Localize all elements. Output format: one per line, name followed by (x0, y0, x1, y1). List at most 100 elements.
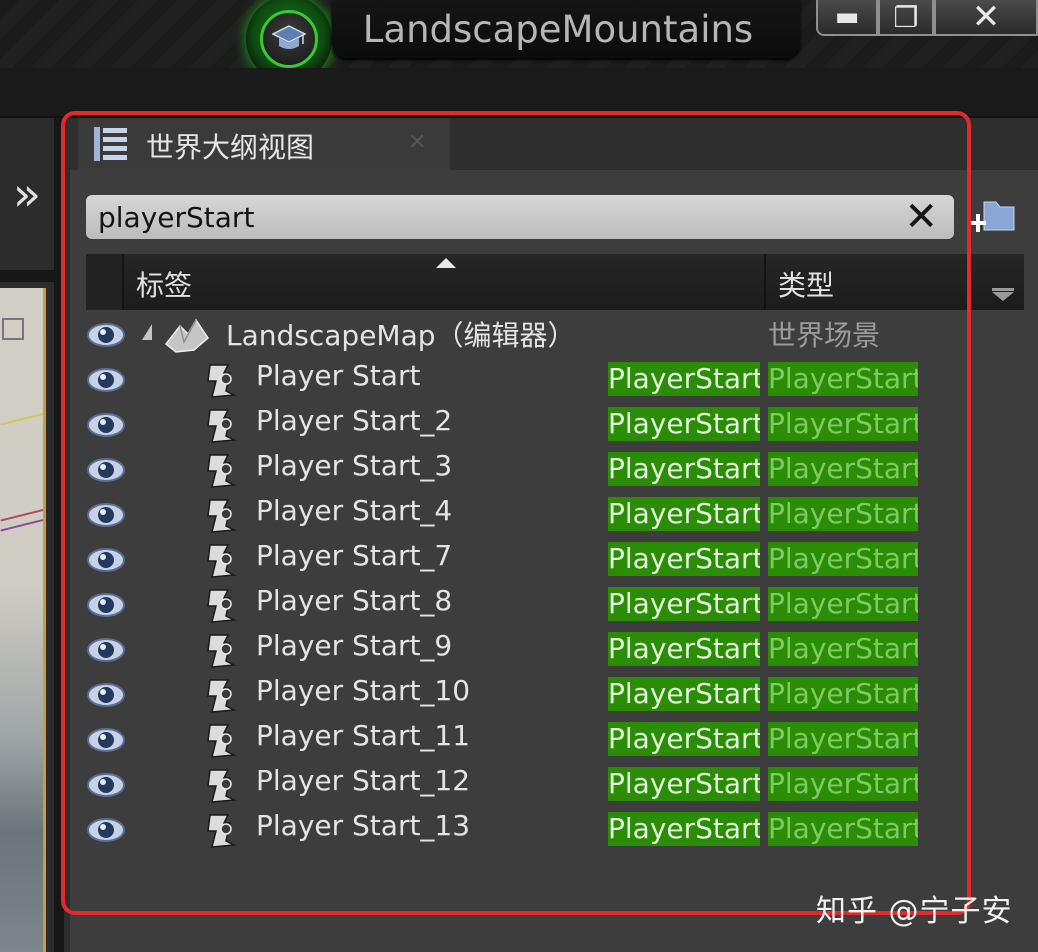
actor-name: Player Start_10 (256, 674, 471, 707)
column-splitter[interactable] (764, 254, 766, 310)
maximize-icon: ❐ (893, 0, 919, 34)
actor-type: PlayerStart (768, 677, 918, 711)
player-start-icon (207, 544, 237, 578)
actor-tag: PlayerStart (608, 497, 760, 531)
tree-row-player-start[interactable]: Player Start_3 PlayerStart PlayerStart (86, 447, 986, 492)
tree-row-player-start[interactable]: Player Start_8 PlayerStart PlayerStart (86, 582, 986, 627)
toolbar-strip (0, 68, 1038, 118)
label-column-header[interactable]: 标签 (136, 264, 192, 304)
tab-world-outliner[interactable]: 世界大纲视图 ✕ (78, 118, 450, 170)
expand-chevron-icon[interactable]: » (0, 158, 54, 230)
visibility-column-header[interactable] (86, 254, 124, 310)
add-folder-button[interactable] (970, 194, 1018, 238)
visibility-eye-icon[interactable] (86, 498, 126, 532)
search-box[interactable]: ✕ (86, 195, 954, 239)
actor-name: Player Start_11 (256, 719, 471, 752)
column-options-icon (992, 288, 1014, 291)
clear-search-icon[interactable]: ✕ (904, 195, 938, 239)
actor-tag: PlayerStart (608, 812, 760, 846)
actor-name: Player Start_12 (256, 764, 471, 797)
visibility-eye-icon[interactable] (86, 543, 126, 577)
player-start-icon (207, 454, 237, 488)
tree-row-player-start[interactable]: Player Start_13 PlayerStart PlayerStart (86, 807, 986, 852)
graduation-cap-icon (260, 10, 318, 68)
landscape-map-icon (164, 318, 209, 353)
left-divider (0, 270, 54, 282)
tree-row-player-start[interactable]: Player Start_2 PlayerStart PlayerStart (86, 402, 986, 447)
visibility-eye-icon[interactable] (86, 363, 126, 397)
visibility-eye-icon[interactable] (86, 408, 126, 442)
column-options-dropdown[interactable] (992, 292, 1014, 301)
player-start-icon (207, 769, 237, 803)
actor-type: PlayerStart (768, 362, 918, 396)
viewport-guide-line (0, 412, 43, 426)
player-start-icon (207, 679, 237, 713)
actor-type: PlayerStart (768, 452, 918, 486)
window-title-area: LandscapeMountains (332, 0, 800, 58)
actor-name: Player Start_4 (256, 494, 453, 527)
map-type: 世界场景 (768, 319, 881, 352)
player-start-icon (207, 409, 237, 443)
actor-type: PlayerStart (768, 407, 918, 441)
tree-row-player-start[interactable]: Player Start_12 PlayerStart PlayerStart (86, 762, 986, 807)
actor-name: Player Start (256, 359, 421, 392)
player-start-icon (207, 589, 237, 623)
visibility-eye-icon[interactable] (86, 723, 126, 757)
column-header: 标签 类型 (86, 254, 1024, 310)
tab-title: 世界大纲视图 (146, 131, 315, 164)
map-name: LandscapeMap（编辑器） (226, 319, 576, 352)
player-start-icon (207, 724, 237, 758)
tree-row-map[interactable]: LandscapeMap（编辑器） 世界场景 (86, 312, 986, 357)
actor-type: PlayerStart (768, 767, 918, 801)
tree-row-player-start[interactable]: Player Start_4 PlayerStart PlayerStart (86, 492, 986, 537)
actor-name: Player Start_3 (256, 449, 453, 482)
actor-tag: PlayerStart (608, 677, 760, 711)
actor-type: PlayerStart (768, 812, 918, 846)
actor-tag: PlayerStart (608, 407, 760, 441)
visibility-eye-icon[interactable] (86, 768, 126, 802)
actor-type: PlayerStart (768, 632, 918, 666)
tree-row-player-start[interactable]: Player Start_11 PlayerStart PlayerStart (86, 717, 986, 762)
close-button[interactable]: ✕ (934, 0, 1038, 37)
tab-close-icon[interactable]: ✕ (408, 130, 426, 155)
visibility-eye-icon[interactable] (86, 318, 126, 352)
player-start-icon (207, 499, 237, 533)
actor-name: Player Start_9 (256, 629, 453, 662)
actor-type: PlayerStart (768, 542, 918, 576)
viewport-restore-icon[interactable] (2, 318, 24, 340)
level-viewport[interactable] (0, 288, 46, 952)
tree-row-player-start[interactable]: Player Start_7 PlayerStart PlayerStart (86, 537, 986, 582)
actor-tag: PlayerStart (608, 587, 760, 621)
player-start-icon (207, 814, 237, 848)
panel-splitter[interactable] (54, 118, 64, 952)
actor-tag: PlayerStart (608, 722, 760, 756)
visibility-eye-icon[interactable] (86, 453, 126, 487)
actor-tag: PlayerStart (608, 767, 760, 801)
actor-name: Player Start_8 (256, 584, 453, 617)
window-title: LandscapeMountains (362, 8, 754, 51)
visibility-eye-icon[interactable] (86, 633, 126, 667)
visibility-eye-icon[interactable] (86, 678, 126, 712)
actor-tag: PlayerStart (608, 632, 760, 666)
viewport-guide-line (0, 518, 43, 532)
visibility-eye-icon[interactable] (86, 813, 126, 847)
tree-row-player-start[interactable]: Player Start_10 PlayerStart PlayerStart (86, 672, 986, 717)
tree-row-player-start[interactable]: Player Start PlayerStart PlayerStart (86, 357, 986, 402)
watermark: 知乎 @宁子安 (816, 894, 1013, 929)
visibility-eye-icon[interactable] (86, 588, 126, 622)
actor-tag: PlayerStart (608, 542, 760, 576)
search-input[interactable] (86, 195, 886, 239)
actor-name: Player Start_13 (256, 809, 471, 842)
minimize-icon: ▬ (834, 2, 860, 32)
minimize-button[interactable]: ▬ (816, 0, 878, 36)
tree-row-player-start[interactable]: Player Start_9 PlayerStart PlayerStart (86, 627, 986, 672)
player-start-icon (207, 634, 237, 668)
actor-type: PlayerStart (768, 497, 918, 531)
maximize-button[interactable]: ❐ (878, 0, 934, 36)
sort-ascending-icon[interactable] (436, 258, 456, 268)
type-column-header[interactable]: 类型 (778, 264, 834, 304)
actor-type: PlayerStart (768, 587, 918, 621)
close-icon: ✕ (971, 0, 1001, 37)
actor-tag: PlayerStart (608, 362, 760, 396)
tree-expander-icon[interactable] (142, 324, 152, 340)
